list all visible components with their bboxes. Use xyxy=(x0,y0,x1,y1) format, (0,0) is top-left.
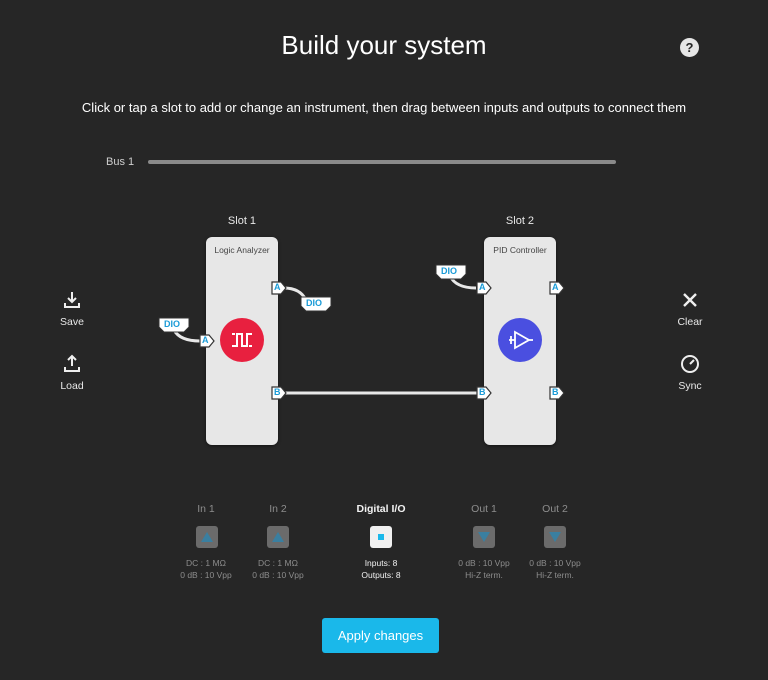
in-2-button[interactable] xyxy=(267,526,289,548)
port-b-label: B xyxy=(274,387,281,397)
slot-2-card[interactable]: PID Controller xyxy=(484,237,556,445)
slot-2-instrument-name: PID Controller xyxy=(493,245,547,255)
slot-2-input-a-port[interactable]: A xyxy=(476,281,492,300)
dio-label: DIO xyxy=(164,319,181,329)
in-2-spec-line1: DC : 1 MΩ xyxy=(258,558,298,568)
slot-1-instrument-name: Logic Analyzer xyxy=(214,245,270,255)
digital-io-outputs: Outputs: 8 xyxy=(361,570,401,580)
dio-label: DIO xyxy=(306,298,323,308)
digital-io-button[interactable] xyxy=(370,526,392,548)
in-1-label: In 1 xyxy=(197,503,215,515)
triangle-up-icon xyxy=(272,532,284,542)
square-icon xyxy=(378,534,384,540)
slot-2-output-a-port[interactable]: A xyxy=(549,281,565,300)
in-1-button[interactable] xyxy=(196,526,218,548)
dio-label: DIO xyxy=(441,266,458,276)
pid-controller-icon xyxy=(498,318,542,362)
dio-tag-slot2-input[interactable]: DIO xyxy=(435,264,467,285)
in-2-spec-line2: 0 dB : 10 Vpp xyxy=(252,570,304,580)
port-a-label: A xyxy=(479,282,486,292)
triangle-down-icon xyxy=(478,532,490,542)
dio-tag-slot1-output[interactable]: DIO xyxy=(300,296,332,317)
port-a-label: A xyxy=(552,282,559,292)
out-2-spec-line2: Hi-Z term. xyxy=(536,570,574,580)
out-2-button[interactable] xyxy=(544,526,566,548)
out-1-spec-line1: 0 dB : 10 Vpp xyxy=(458,558,510,568)
triangle-up-icon xyxy=(201,532,213,542)
port-a-label: A xyxy=(202,335,209,345)
slot-1-output-a-port[interactable]: A xyxy=(271,281,287,300)
port-b-label: B xyxy=(552,387,559,397)
triangle-down-icon xyxy=(549,532,561,542)
port-b-label: B xyxy=(479,387,486,397)
in-1-spec-line2: 0 dB : 10 Vpp xyxy=(180,570,232,580)
digital-io-inputs: Inputs: 8 xyxy=(364,558,398,568)
out-1-label: Out 1 xyxy=(471,503,497,515)
in-1-spec-line1: DC : 1 MΩ xyxy=(186,558,226,568)
in-2-label: In 2 xyxy=(269,503,287,515)
port-a-label: A xyxy=(274,282,281,292)
slot-2-input-b-port[interactable]: B xyxy=(476,386,492,405)
digital-io-label: Digital I/O xyxy=(356,503,406,515)
slot-2-output-b-port[interactable]: B xyxy=(549,386,565,405)
out-1-button[interactable] xyxy=(473,526,495,548)
slot-1-output-b-port[interactable]: B xyxy=(271,386,287,405)
apply-changes-button[interactable]: Apply changes xyxy=(322,618,439,653)
slot-1-input-a-port[interactable]: A xyxy=(199,334,215,353)
out-2-label: Out 2 xyxy=(542,503,568,515)
slot-1-card[interactable]: Logic Analyzer xyxy=(206,237,278,445)
dio-tag-slot1-input[interactable]: DIO xyxy=(158,317,190,338)
out-1-spec-line2: Hi-Z term. xyxy=(465,570,503,580)
out-2-spec-line1: 0 dB : 10 Vpp xyxy=(529,558,581,568)
logic-analyzer-icon xyxy=(220,318,264,362)
